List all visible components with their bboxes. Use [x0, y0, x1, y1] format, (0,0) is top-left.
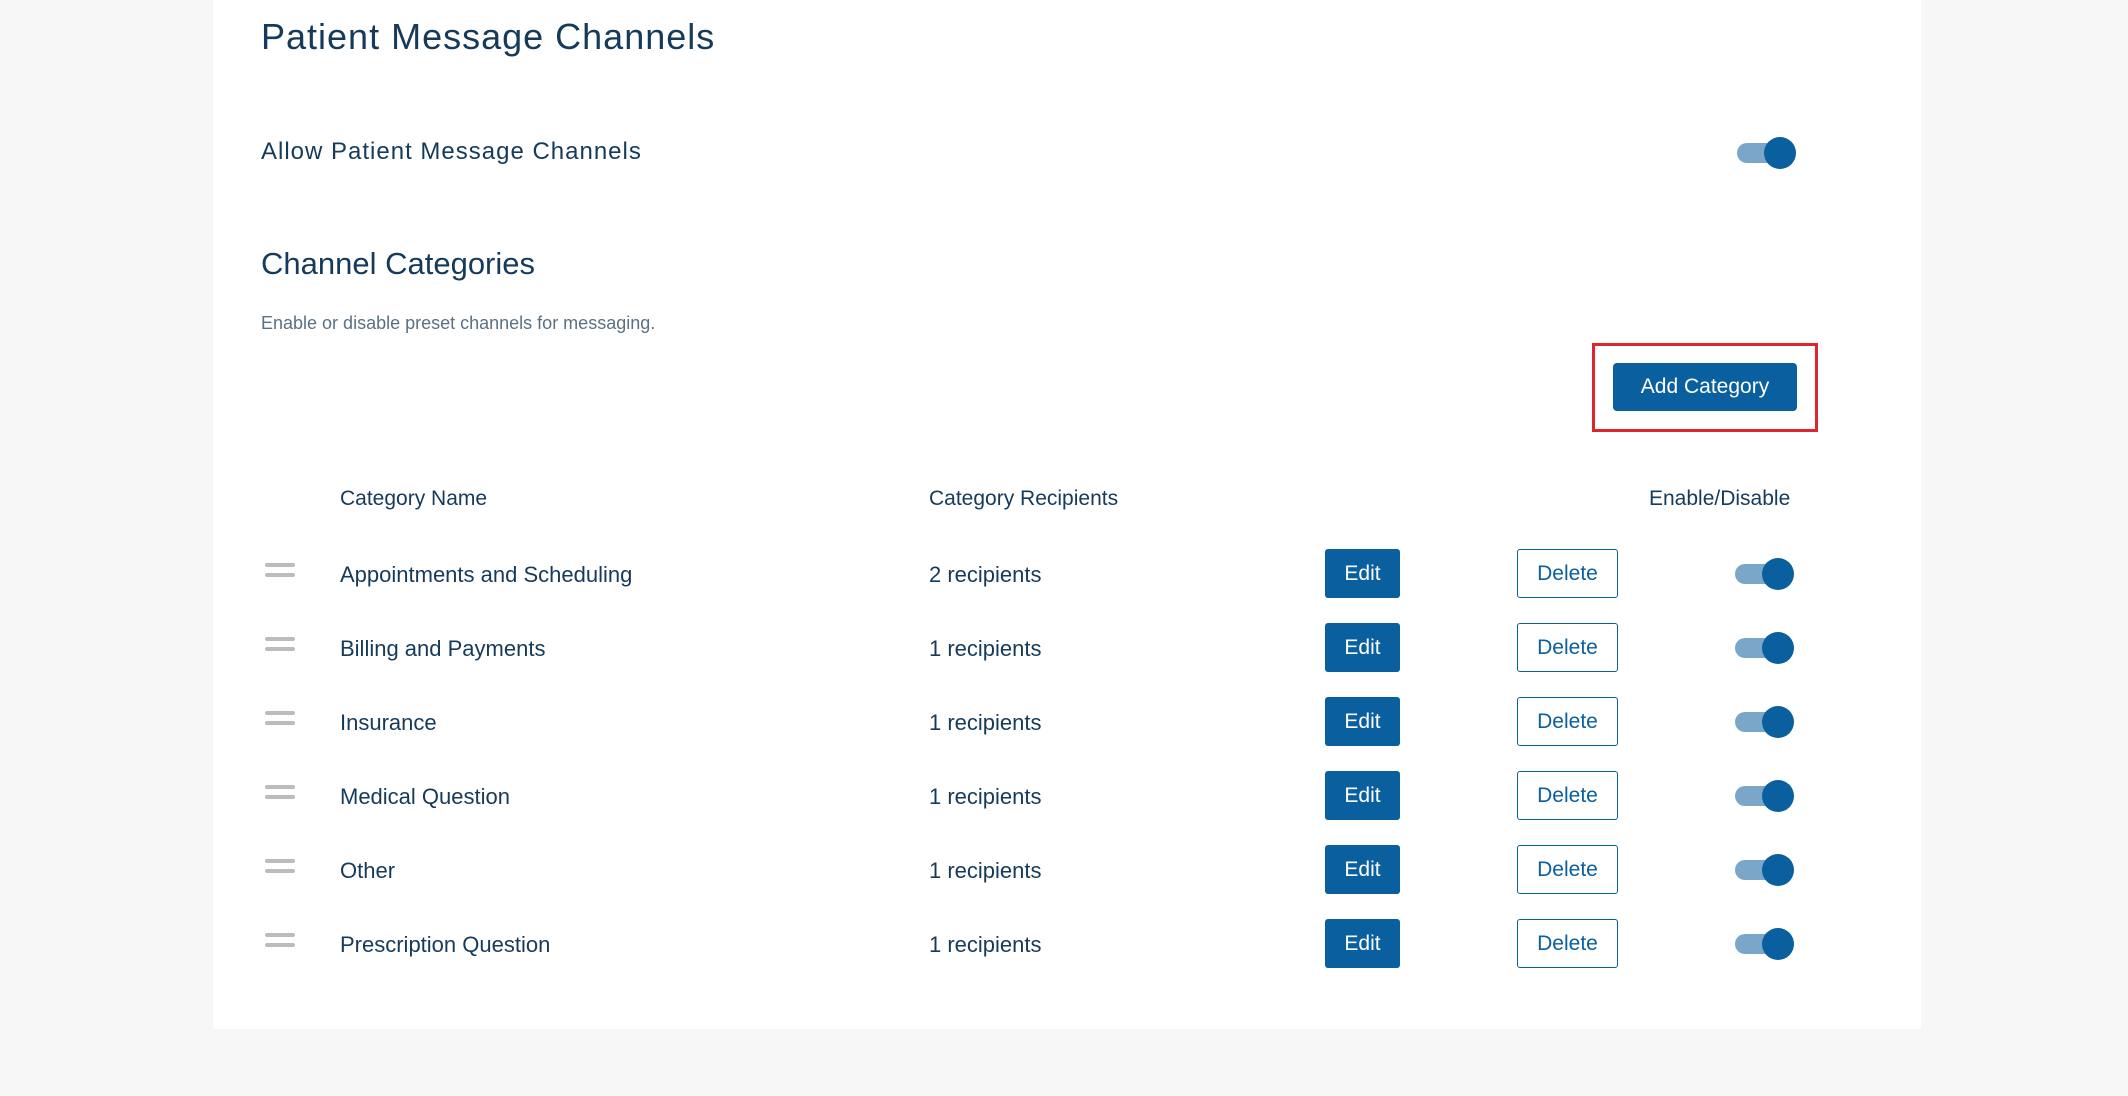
allow-channels-toggle[interactable] — [1737, 137, 1796, 169]
drag-handle-icon[interactable] — [265, 563, 295, 577]
category-recipients: 1 recipients — [929, 784, 1042, 809]
edit-button[interactable]: Edit — [1325, 697, 1400, 746]
table-row: Other 1 recipients Edit Delete — [213, 833, 1921, 907]
toggle-knob — [1762, 928, 1794, 960]
drag-handle-icon[interactable] — [265, 933, 295, 947]
edit-button[interactable]: Edit — [1325, 623, 1400, 672]
category-toggle[interactable] — [1735, 928, 1794, 960]
category-name: Appointments and Scheduling — [340, 562, 633, 587]
category-name: Prescription Question — [340, 932, 551, 957]
delete-button[interactable]: Delete — [1517, 771, 1618, 820]
delete-button[interactable]: Delete — [1517, 697, 1618, 746]
category-toggle[interactable] — [1735, 854, 1794, 886]
category-toggle[interactable] — [1735, 780, 1794, 812]
table-row: Insurance 1 recipients Edit Delete — [213, 685, 1921, 759]
drag-handle-icon[interactable] — [265, 785, 295, 799]
allow-channels-label: Allow Patient Message Channels — [261, 138, 642, 165]
edit-button[interactable]: Edit — [1325, 919, 1400, 968]
section-description: Enable or disable preset channels for me… — [261, 313, 656, 333]
section-title: Channel Categories — [261, 246, 536, 281]
toggle-knob — [1764, 137, 1796, 169]
category-name: Other — [340, 858, 396, 883]
category-recipients: 1 recipients — [929, 710, 1042, 735]
category-toggle[interactable] — [1735, 558, 1794, 590]
table-row: Billing and Payments 1 recipients Edit D… — [213, 611, 1921, 685]
category-recipients: 2 recipients — [929, 562, 1042, 587]
category-name: Billing and Payments — [340, 636, 546, 661]
category-recipients: 1 recipients — [929, 932, 1042, 957]
toggle-knob — [1762, 854, 1794, 886]
toggle-knob — [1762, 706, 1794, 738]
delete-button[interactable]: Delete — [1517, 549, 1618, 598]
table-row: Prescription Question 1 recipients Edit … — [213, 907, 1921, 981]
toggle-knob — [1762, 632, 1794, 664]
drag-handle-icon[interactable] — [265, 859, 295, 873]
category-name: Insurance — [340, 710, 437, 735]
edit-button[interactable]: Edit — [1325, 771, 1400, 820]
header-enable-disable: Enable/Disable — [1649, 487, 1791, 510]
settings-panel: Patient Message Channels Allow Patient M… — [213, 0, 1921, 1029]
category-toggle[interactable] — [1735, 706, 1794, 738]
header-category-recipients: Category Recipients — [929, 487, 1119, 510]
edit-button[interactable]: Edit — [1325, 845, 1400, 894]
toggle-knob — [1762, 780, 1794, 812]
header-category-name: Category Name — [340, 487, 488, 510]
delete-button[interactable]: Delete — [1517, 845, 1618, 894]
drag-handle-icon[interactable] — [265, 637, 295, 651]
category-toggle[interactable] — [1735, 632, 1794, 664]
category-recipients: 1 recipients — [929, 858, 1042, 883]
table-row: Appointments and Scheduling 2 recipients… — [213, 537, 1921, 611]
category-name: Medical Question — [340, 784, 510, 809]
add-category-button[interactable]: Add Category — [1613, 363, 1797, 411]
category-recipients: 1 recipients — [929, 636, 1042, 661]
delete-button[interactable]: Delete — [1517, 623, 1618, 672]
page-title: Patient Message Channels — [261, 16, 716, 57]
delete-button[interactable]: Delete — [1517, 919, 1618, 968]
table-row: Medical Question 1 recipients Edit Delet… — [213, 759, 1921, 833]
edit-button[interactable]: Edit — [1325, 549, 1400, 598]
drag-handle-icon[interactable] — [265, 711, 295, 725]
toggle-knob — [1762, 558, 1794, 590]
